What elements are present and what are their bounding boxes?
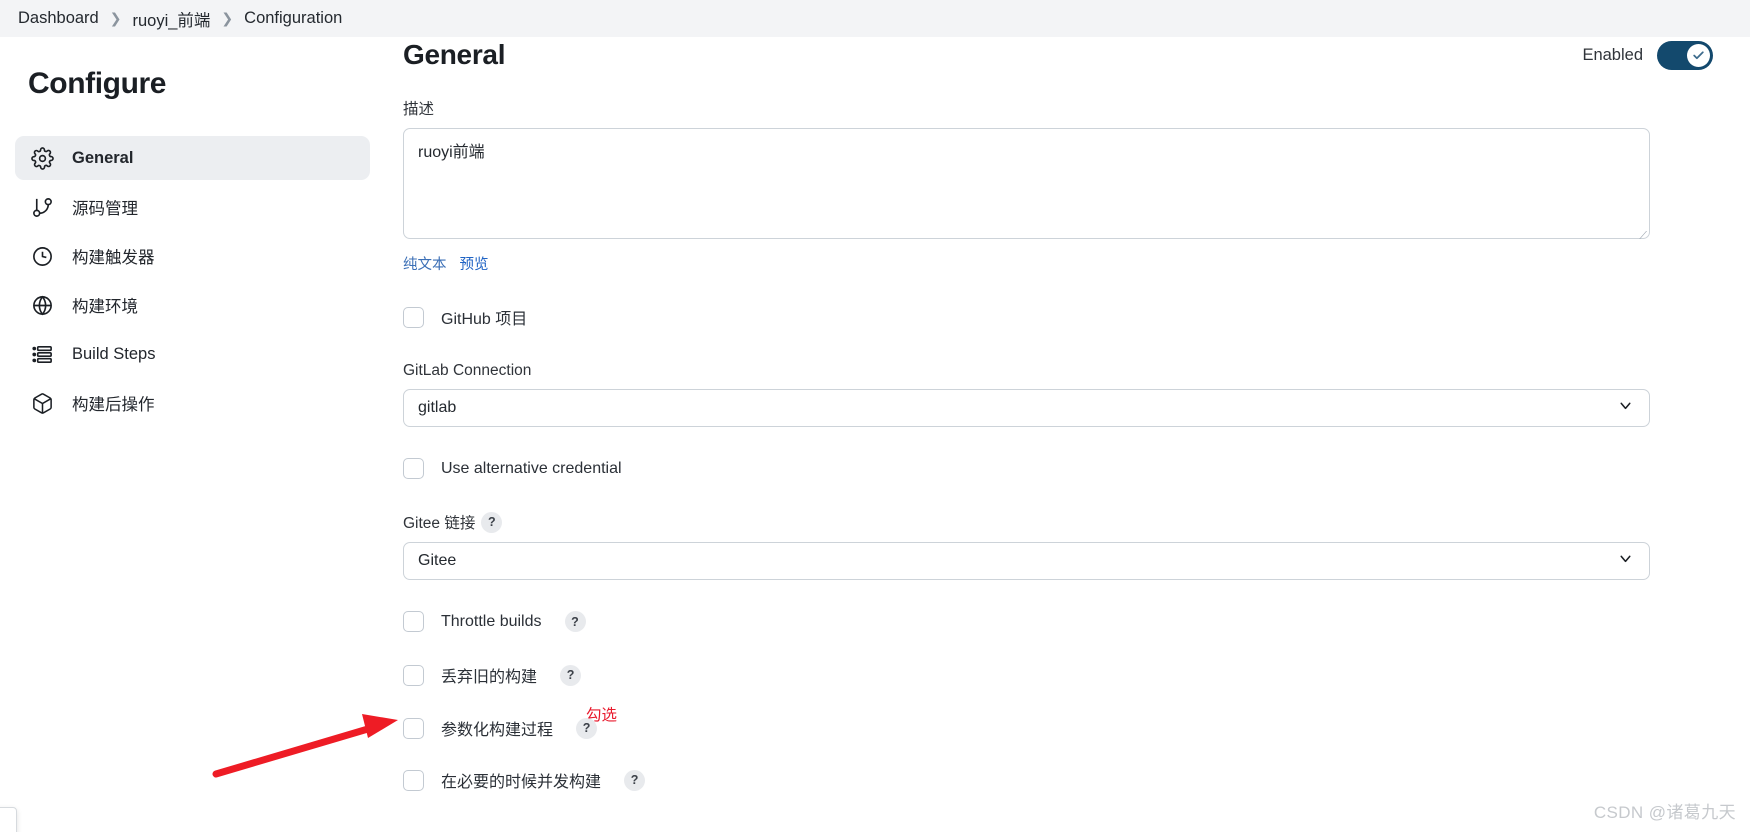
section-title: General [403,39,506,70]
breadcrumb-separator-icon: ❯ [109,9,122,26]
general-form: 描述 ⟋ 纯文本 预览 GitHub 项目 GitLab Connection [403,97,1723,792]
help-icon[interactable]: ? [564,611,586,632]
gitlab-connection-label: GitLab Connection [403,362,532,379]
preview-link[interactable]: 预览 [460,257,489,273]
description-format-links: 纯文本 预览 [403,253,1723,274]
discard-old-builds-checkbox[interactable] [403,664,424,686]
gitee-link-value: Gitee [418,552,457,569]
enabled-label: Enabled [1582,45,1643,64]
main-header: General Enabled [403,27,1713,83]
sidebar-item-label: General [72,148,134,167]
sidebar-item-build-steps[interactable]: Build Steps [15,332,370,376]
sidebar-item-label: 构建触发器 [72,249,155,267]
gitlab-connection-value: gitlab [418,399,457,416]
gitee-link-label: Gitee 链接 [403,515,476,532]
gear-icon [29,145,55,171]
gitee-link-group: Gitee 链接 ? Gitee [403,511,1723,580]
page-title: Configure [28,67,167,100]
description-field-group: 描述 ⟋ 纯文本 预览 [403,97,1723,274]
concurrent-build-label: 在必要的时候并发构建 [441,774,602,791]
list-icon [29,341,55,367]
breadcrumb-item-dashboard[interactable]: Dashboard [18,9,99,28]
globe-icon [29,292,55,318]
annotation-text: 勾选 [586,707,618,724]
concurrent-build-checkbox[interactable] [403,769,424,791]
configure-page: Dashboard ❯ ruoyi_前端 ❯ Configuration Con… [0,0,1750,832]
gitee-link-select[interactable]: Gitee [403,542,1650,580]
sidebar-item-build-environment[interactable]: 构建环境 [15,283,370,327]
sidebar-nav: General 源码管理 构建触发器 构建环境 Build Steps 构建后操… [15,136,370,430]
git-branch-icon [29,194,55,220]
throttle-builds-checkbox[interactable] [403,611,424,632]
help-icon[interactable]: ? [560,664,582,686]
github-project-row: GitHub 项目 [403,305,1723,329]
use-alternative-credential-label: Use alternative credential [441,459,622,477]
sidebar-item-source-management[interactable]: 源码管理 [15,185,370,229]
gitee-link-label-row: Gitee 链接 ? [403,511,1723,533]
clock-icon [29,243,55,269]
main-panel: General Enabled 描述 ⟋ [374,37,1750,832]
chevron-down-icon [1617,397,1634,419]
github-project-checkbox[interactable] [403,306,424,328]
description-label: 描述 [403,101,435,118]
gitlab-connection-group: GitLab Connection gitlab [403,362,1723,427]
chevron-down-icon [1617,550,1634,572]
throttle-builds-row: Throttle builds ? [403,611,1723,632]
use-alternative-credential-checkbox[interactable] [403,458,424,479]
sidebar-item-label: 构建后操作 [72,396,155,414]
sidebar: Configure General 源码管理 构建触发器 构建环境 Build … [0,37,374,832]
sidebar-item-post-build-actions[interactable]: 构建后操作 [15,381,370,425]
throttle-builds-label: Throttle builds [441,612,542,630]
breadcrumb-separator-icon: ❯ [221,9,234,26]
description-input[interactable] [403,128,1650,239]
sidebar-item-general[interactable]: General [15,136,370,180]
breadcrumb-item-project[interactable]: ruoyi_前端 [132,7,210,31]
sidebar-item-label: 源码管理 [72,200,138,218]
toggle-knob [1687,43,1710,67]
discard-old-builds-row: 丢弃旧的构建 ? [403,663,1723,687]
parameterized-build-checkbox[interactable] [403,717,424,739]
concurrent-build-row: 在必要的时候并发构建 ? [403,768,1723,792]
sidebar-item-label: 构建环境 [72,298,138,316]
sidebar-item-label: Build Steps [72,344,156,363]
enabled-control: Enabled [1582,40,1713,70]
github-project-label: GitHub 项目 [441,311,528,328]
discard-old-builds-label: 丢弃旧的构建 [441,669,538,686]
enabled-toggle[interactable] [1657,40,1713,70]
help-icon[interactable]: ? [481,511,503,533]
parameterized-build-label: 参数化构建过程 [441,722,554,739]
package-icon [29,390,55,416]
sidebar-item-build-triggers[interactable]: 构建触发器 [15,234,370,278]
bottom-left-popup-card[interactable] [0,807,17,832]
breadcrumb-item-configuration[interactable]: Configuration [244,9,342,28]
help-icon[interactable]: ? [624,769,646,791]
plain-text-link[interactable]: 纯文本 [403,257,447,273]
use-alternative-credential-row: Use alternative credential [403,458,1723,479]
watermark: CSDN @诸葛九天 [1593,803,1736,822]
gitlab-connection-select[interactable]: gitlab [403,389,1650,427]
